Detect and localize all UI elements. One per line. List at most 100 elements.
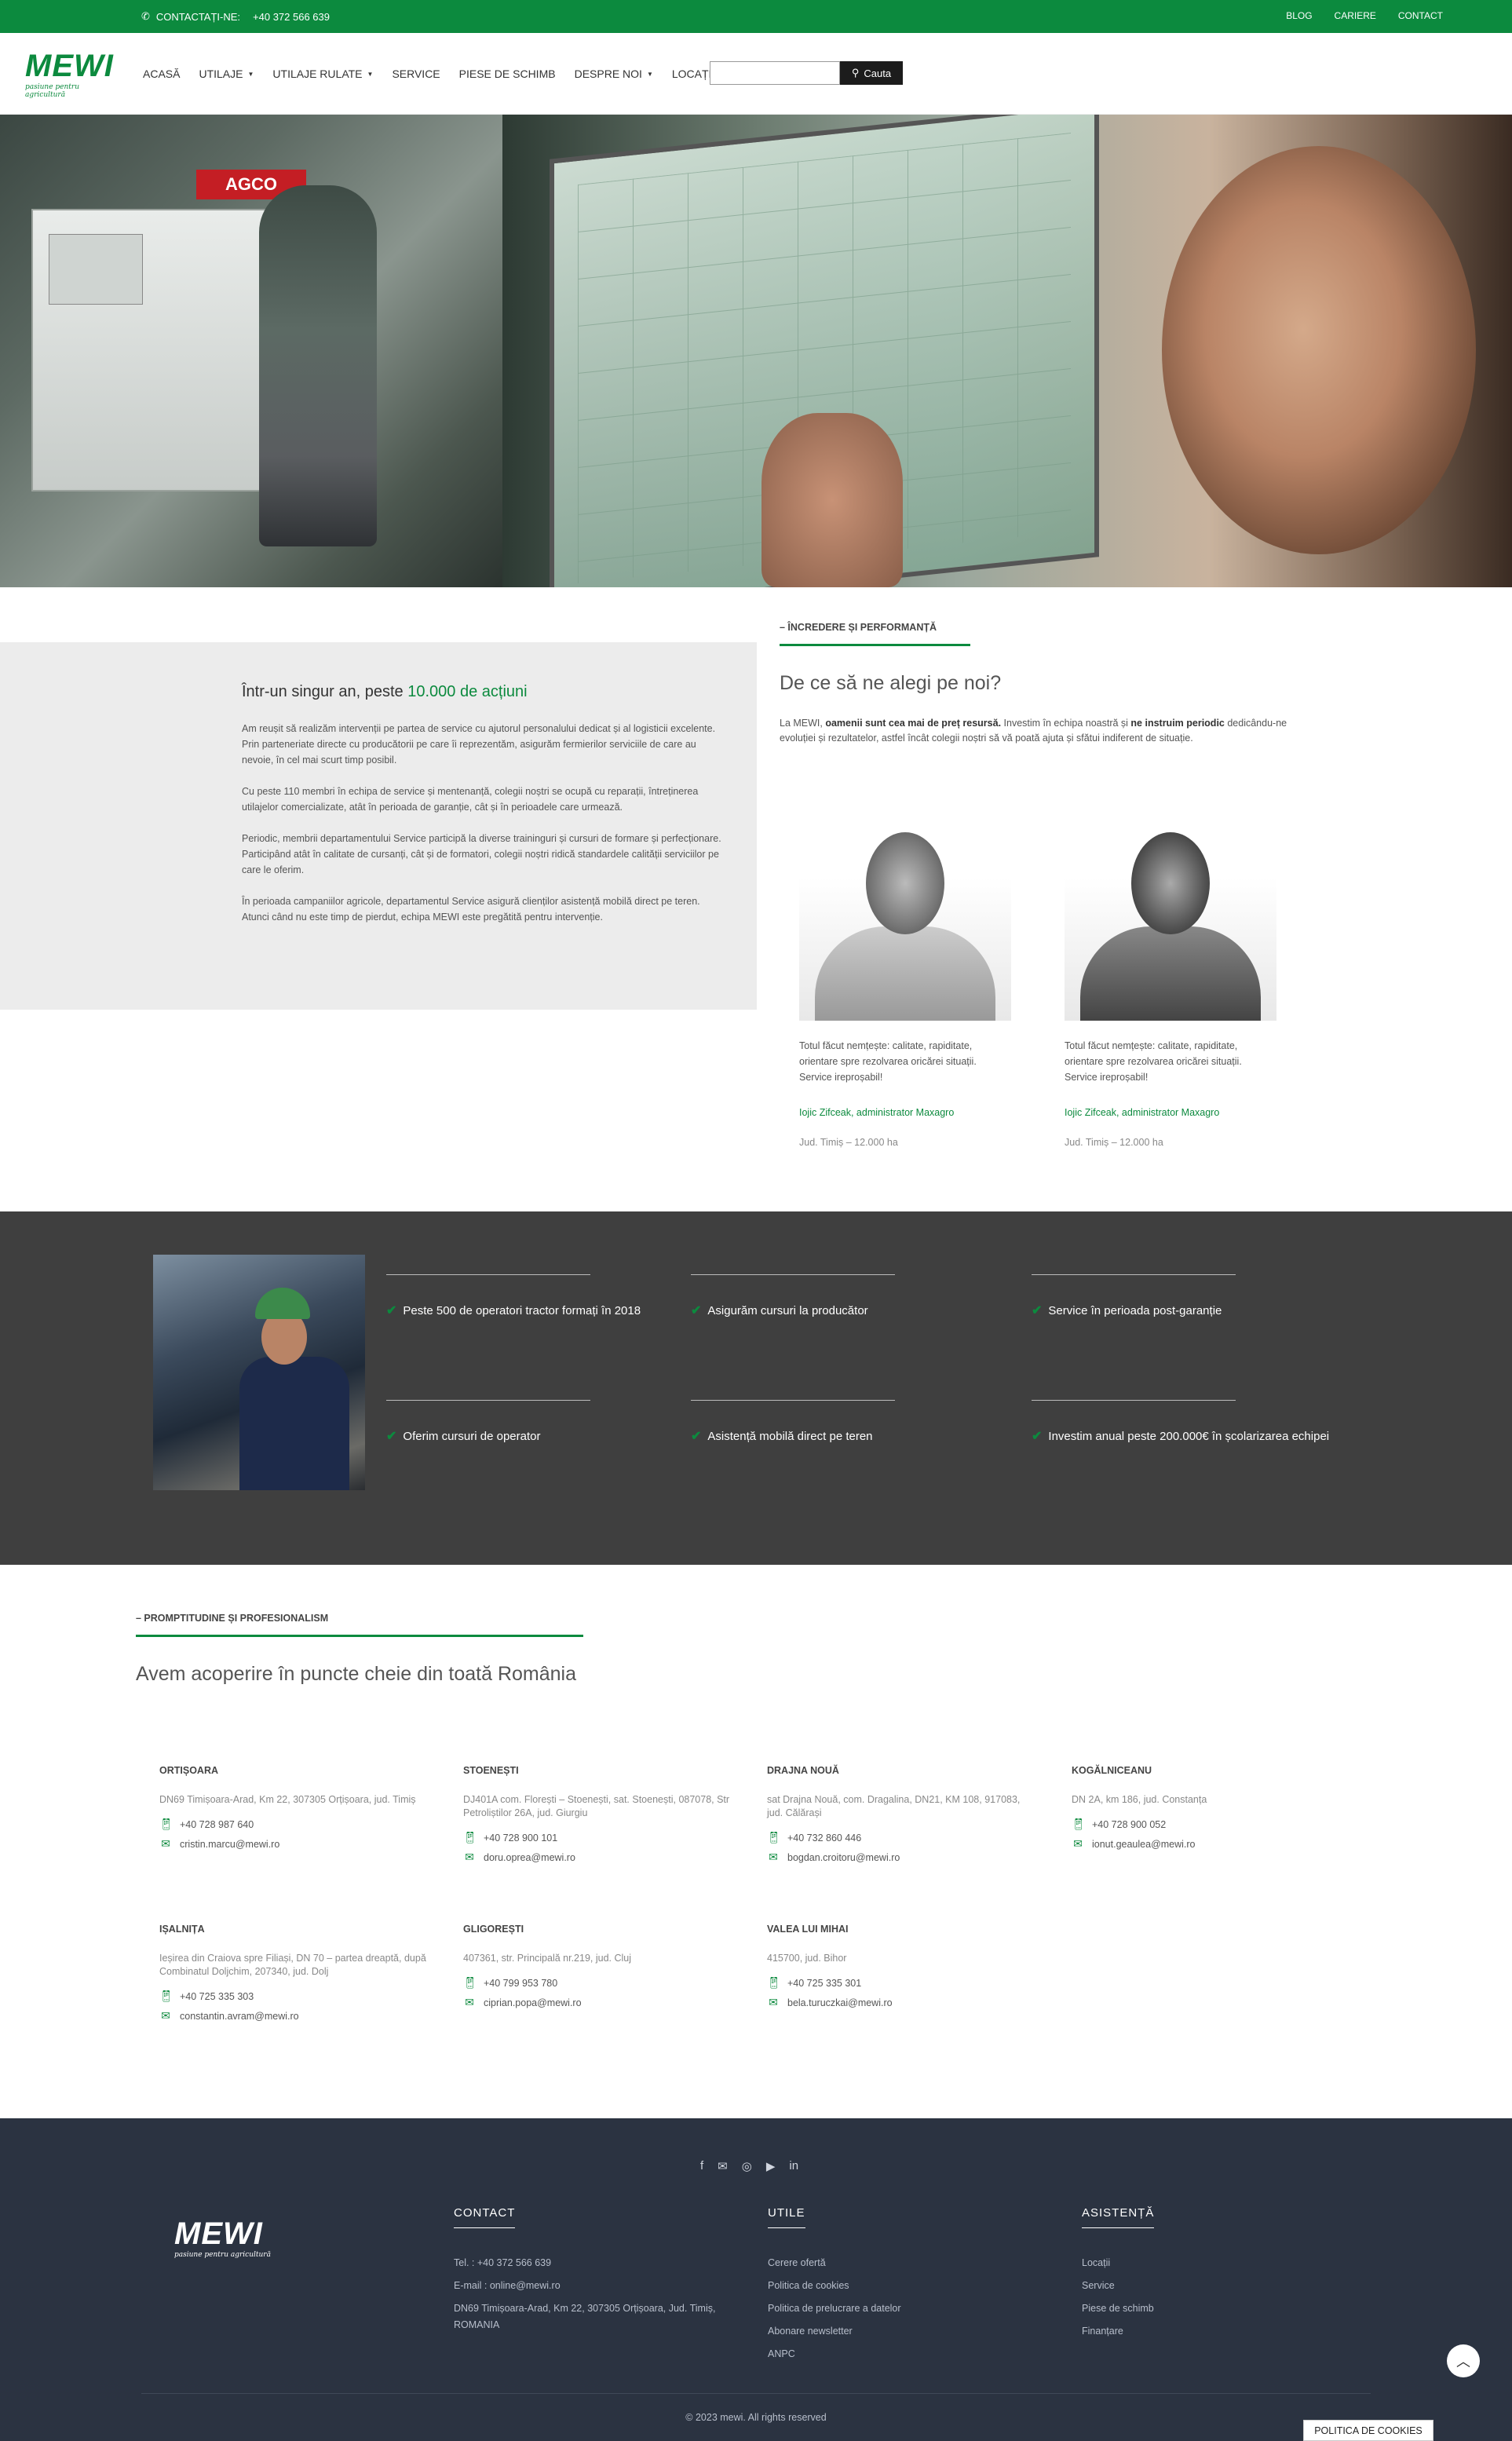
footer-link[interactable]: Service: [1082, 2275, 1154, 2297]
location-phone[interactable]: +40 728 900 052: [1092, 1819, 1166, 1830]
operator-face: [1162, 146, 1476, 554]
location-phone-row[interactable]: 📱︎ +40 799 953 780: [463, 1976, 730, 1990]
location-email-row[interactable]: ✉ cristin.marcu@mewi.ro: [159, 1837, 426, 1851]
location-email[interactable]: ionut.geaulea@mewi.ro: [1092, 1839, 1196, 1850]
testimonial-card: Totul făcut nemțește: calitate, rapidita…: [1065, 817, 1276, 1148]
location-phone[interactable]: +40 732 860 446: [787, 1833, 861, 1844]
contact-phone[interactable]: +40 372 566 639: [253, 11, 330, 23]
location-phone-row[interactable]: 📱︎ +40 732 860 446: [767, 1831, 1034, 1844]
location-address: DN 2A, km 186, jud. Constanța: [1072, 1794, 1207, 1805]
footer-link[interactable]: ANPC: [768, 2343, 901, 2366]
location-phone[interactable]: +40 728 900 101: [484, 1833, 557, 1844]
nav-service[interactable]: SERVICE: [382, 63, 449, 85]
actions-title-highlight: 10.000 de acțiuni: [407, 683, 528, 700]
envelope-icon: ✉: [1073, 1837, 1083, 1850]
location-email[interactable]: cristin.marcu@mewi.ro: [180, 1839, 279, 1850]
top-link-blog[interactable]: BLOG: [1286, 10, 1312, 21]
feature-text: Investim anual peste 200.000€ în școlari…: [1048, 1430, 1330, 1443]
footer-email[interactable]: E-mail : online@mewi.ro: [454, 2275, 736, 2297]
location-email[interactable]: doru.oprea@mewi.ro: [484, 1852, 575, 1863]
footer-link[interactable]: Politica de prelucrare a datelor: [768, 2297, 901, 2320]
feature-text: Asistență mobilă direct pe teren: [707, 1430, 873, 1443]
footer-link[interactable]: Piese de schimb: [1082, 2297, 1154, 2320]
hero-image-workshop: AGCO: [0, 115, 502, 587]
footer-link[interactable]: Cerere ofertă: [768, 2252, 901, 2275]
location-phone-row[interactable]: 📱︎ +40 725 335 303: [159, 1990, 426, 2003]
footer-contact: CONTACT Tel. : +40 372 566 639 E-mail : …: [454, 2206, 736, 2333]
location-email-row[interactable]: ✉ constantin.avram@mewi.ro: [159, 2009, 426, 2023]
search-button-label: Cauta: [864, 67, 892, 79]
location-email[interactable]: ciprian.popa@mewi.ro: [484, 1997, 582, 2008]
feature-item: ✔ Investim anual peste 200.000€ în școlar…: [1032, 1400, 1330, 1444]
facebook-icon[interactable]: f: [700, 2159, 703, 2173]
location-phone-row[interactable]: 📱︎ +40 728 900 052: [1072, 1818, 1339, 1831]
location-card: GLIGOREȘTI 407361, str. Principală nr.21…: [463, 1924, 730, 2009]
feature-item: ✔ Oferim cursuri de operator: [386, 1400, 645, 1444]
footer-link[interactable]: Locații: [1082, 2252, 1154, 2275]
linkedin-icon[interactable]: in: [789, 2159, 798, 2173]
social-links: f ✉ ◎ ▶ in: [700, 2159, 798, 2173]
footer-link[interactable]: Politica de cookies: [768, 2275, 901, 2297]
phone-icon: 📱︎: [1072, 1818, 1086, 1830]
nav-utilaje-rulate[interactable]: UTILAJE RULATE ▼: [263, 63, 382, 85]
text: La MEWI,: [780, 718, 826, 729]
footer-link[interactable]: Finanțare: [1082, 2320, 1154, 2343]
footer-tel[interactable]: Tel. : +40 372 566 639: [454, 2252, 736, 2275]
nav-despre-noi[interactable]: DESPRE NOI ▼: [565, 63, 663, 85]
location-phone[interactable]: +40 799 953 780: [484, 1978, 557, 1989]
check-icon: ✔: [1032, 1430, 1043, 1443]
location-phone[interactable]: +40 725 335 301: [787, 1978, 861, 1989]
footer-logo[interactable]: MEWI pasiune pentru agricultură: [174, 2218, 271, 2259]
features-band: ✔ Peste 500 de operatori tractor formați …: [0, 1211, 1512, 1565]
youtube-icon[interactable]: ▶: [766, 2159, 776, 2173]
phone-icon: 📱︎: [767, 1976, 781, 1989]
location-email[interactable]: constantin.avram@mewi.ro: [180, 2011, 299, 2022]
location-name: STOENEȘTI: [463, 1765, 519, 1776]
coverage-kicker-wrap: – PROMPTITUDINE ȘI PROFESIONALISM: [136, 1611, 583, 1637]
location-card: IȘALNIȚA Ieșirea din Craiova spre Filiaș…: [159, 1924, 426, 2023]
instagram-icon[interactable]: ◎: [742, 2159, 752, 2173]
location-address: sat Drajna Nouă, com. Dragalina, DN21, K…: [767, 1794, 1021, 1818]
location-address: DN69 Timișoara-Arad, Km 22, 307305 Orțiș…: [159, 1794, 416, 1805]
location-email-row[interactable]: ✉ bela.turuczkai@mewi.ro: [767, 1996, 1034, 2009]
cookie-policy-button[interactable]: POLITICA DE COOKIES: [1303, 2420, 1433, 2441]
location-phone[interactable]: +40 725 335 303: [180, 1991, 254, 2002]
testimonial-meta: Jud. Timiș – 12.000 ha: [799, 1137, 898, 1148]
footer-utile-title: UTILE: [768, 2206, 805, 2228]
feature-item: ✔ Peste 500 de operatori tractor formați …: [386, 1274, 645, 1318]
location-phone-row[interactable]: 📱︎ +40 725 335 301: [767, 1976, 1034, 1990]
paragraph: Am reușit să realizăm intervenții pe par…: [242, 723, 716, 766]
envelope-icon: ✉: [465, 1996, 474, 2008]
location-phone[interactable]: +40 728 987 640: [180, 1819, 254, 1830]
location-email[interactable]: bogdan.croitoru@mewi.ro: [787, 1852, 900, 1863]
back-to-top-button[interactable]: ︿: [1447, 2344, 1480, 2377]
location-email-row[interactable]: ✉ doru.oprea@mewi.ro: [463, 1851, 730, 1864]
nav-utilaje[interactable]: UTILAJE ▼: [189, 63, 263, 85]
top-contact[interactable]: ✆ CONTACTAȚI-NE: +40 372 566 639: [141, 10, 330, 23]
mail-icon[interactable]: ✉: [718, 2159, 728, 2173]
footer-link[interactable]: Abonare newsletter: [768, 2320, 901, 2343]
location-email[interactable]: bela.turuczkai@mewi.ro: [787, 1997, 893, 2008]
feature-item: ✔ Asistență mobilă direct pe teren: [691, 1400, 950, 1444]
location-email-row[interactable]: ✉ bogdan.croitoru@mewi.ro: [767, 1851, 1034, 1864]
search-button[interactable]: ⚲ Cauta: [840, 61, 903, 85]
location-address: 415700, jud. Bihor: [767, 1953, 847, 1964]
location-phone-row[interactable]: 📱︎ +40 728 900 101: [463, 1831, 730, 1844]
nav-acasa[interactable]: ACASĂ: [133, 63, 189, 85]
top-links: BLOG CARIERE CONTACT: [1286, 10, 1443, 21]
top-link-contact[interactable]: CONTACT: [1398, 10, 1443, 21]
top-link-cariere[interactable]: CARIERE: [1335, 10, 1376, 21]
location-email-row[interactable]: ✉ ciprian.popa@mewi.ro: [463, 1996, 730, 2009]
feature-item: ✔ Asigurăm cursuri la producător: [691, 1274, 950, 1318]
check-icon: ✔: [1032, 1304, 1043, 1317]
nav-piese-de-schimb[interactable]: PIESE DE SCHIMB: [450, 63, 565, 85]
testimonial-photo: [799, 817, 1011, 1021]
text-bold: oamenii sunt cea mai de preț resursă.: [825, 718, 1002, 729]
site-logo[interactable]: MEWI pasiune pentru agricultură: [25, 50, 116, 99]
search-input[interactable]: [710, 61, 840, 85]
contact-label: CONTACTAȚI-NE:: [155, 10, 241, 23]
actions-panel: Într-un singur an, peste 10.000 de acțiu…: [0, 642, 757, 1010]
location-phone-row[interactable]: 📱︎ +40 728 987 640: [159, 1818, 426, 1831]
location-email-row[interactable]: ✉ ionut.geaulea@mewi.ro: [1072, 1837, 1339, 1851]
nav-label: ACASĂ: [143, 68, 181, 80]
